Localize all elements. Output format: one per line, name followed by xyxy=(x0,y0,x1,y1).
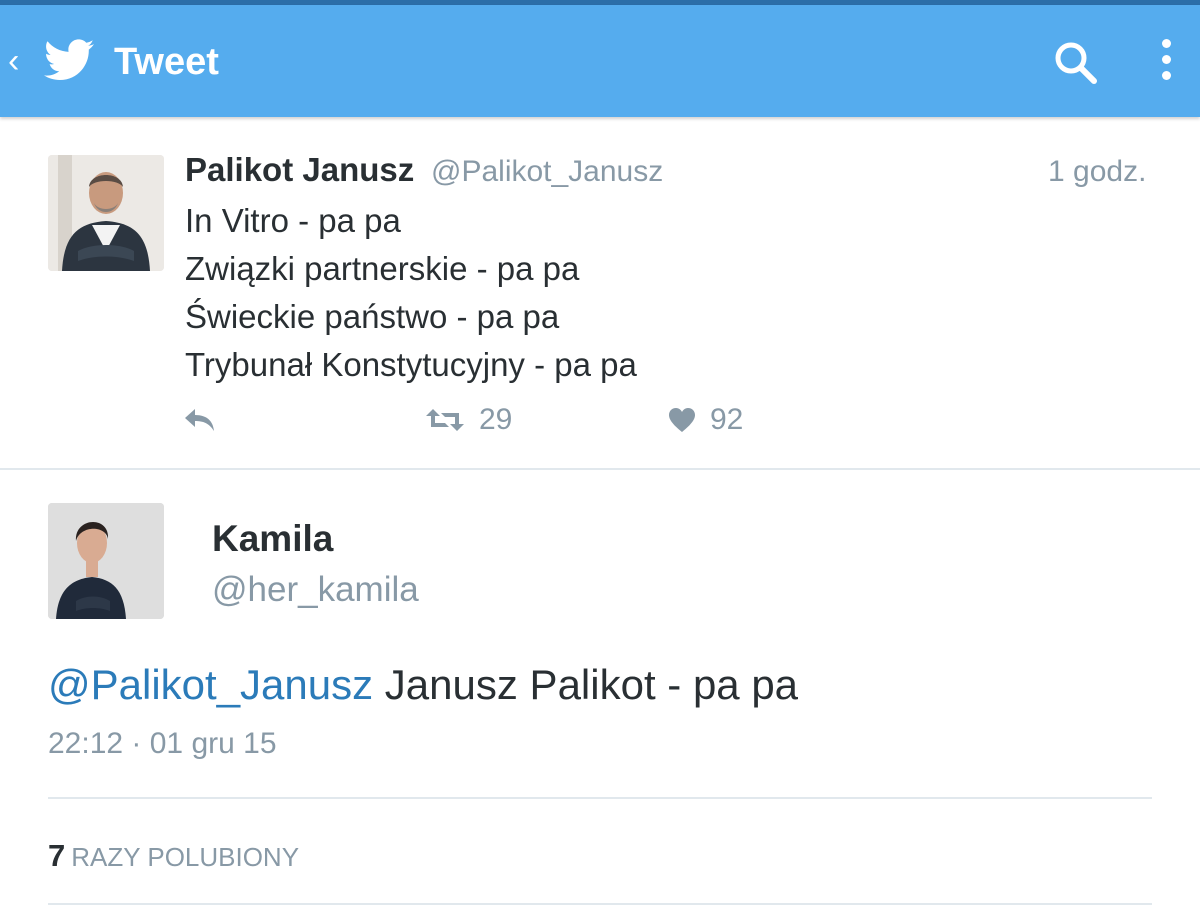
avatar[interactable] xyxy=(48,503,164,619)
likes-summary[interactable]: 7 RAZY POLUBIONY xyxy=(48,838,299,874)
reply-icon xyxy=(185,409,214,431)
page-title: Tweet xyxy=(114,41,219,83)
divider xyxy=(48,903,1152,905)
reply-body: Janusz Palikot - pa pa xyxy=(373,661,799,708)
heart-icon xyxy=(669,408,695,432)
retweet-icon xyxy=(426,409,464,431)
chevron-left-icon[interactable]: ‹ xyxy=(8,37,30,85)
twitter-bird-icon xyxy=(44,39,94,80)
tweet-line: Związki partnerskie - pa pa xyxy=(185,250,580,287)
mention-link[interactable]: @Palikot_Janusz xyxy=(48,661,373,708)
reply-text: @Palikot_Janusz Janusz Palikot - pa pa xyxy=(48,660,798,710)
like-button[interactable]: 92 xyxy=(668,402,743,438)
tweet-text: In Vitro - pa pa Związki partnerskie - p… xyxy=(185,197,637,389)
author-handle[interactable]: @Palikot_Janusz xyxy=(431,155,663,189)
avatar[interactable] xyxy=(48,155,164,271)
author-photo xyxy=(48,503,164,619)
reply-timestamp: 22:12 · 01 gru 15 xyxy=(48,727,277,760)
retweet-count: 29 xyxy=(479,403,513,436)
tweet-timestamp: 1 godz. xyxy=(1048,155,1147,188)
more-vertical-icon[interactable] xyxy=(1152,39,1180,87)
app-bar: ‹ Tweet xyxy=(0,5,1200,117)
author-name[interactable]: Palikot Janusz xyxy=(185,151,414,189)
reply-button[interactable] xyxy=(183,402,217,438)
likes-count: 7 xyxy=(48,838,66,873)
reply-author-handle[interactable]: @her_kamila xyxy=(212,570,419,610)
original-tweet[interactable]: Palikot Janusz @Palikot_Janusz 1 godz. I… xyxy=(0,117,1200,470)
like-count: 92 xyxy=(710,403,744,436)
divider xyxy=(48,797,1152,799)
tweet-line: Trybunał Konstytucyjny - pa pa xyxy=(185,346,637,383)
tweet-line: In Vitro - pa pa xyxy=(185,202,401,239)
search-icon[interactable] xyxy=(1052,39,1100,87)
author-photo xyxy=(48,155,164,271)
retweet-button[interactable]: 29 xyxy=(425,402,512,438)
reply-author-name[interactable]: Kamila xyxy=(212,518,333,560)
likes-label: RAZY POLUBIONY xyxy=(71,842,300,872)
tweet-line: Świeckie państwo - pa pa xyxy=(185,298,560,335)
